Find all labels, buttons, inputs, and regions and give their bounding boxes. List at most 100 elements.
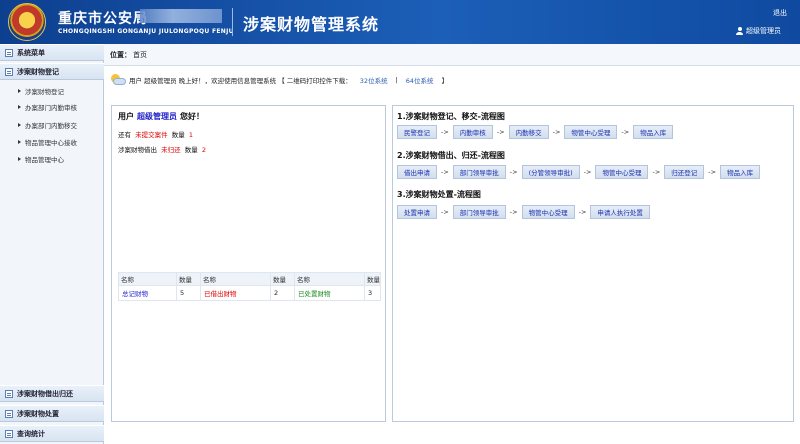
column-header: 名称 [294,272,365,286]
flow2-step-lend-request[interactable]: 借出申请 [397,165,437,179]
welcome-bar: 用户 超级管理员 晚上好！，欢迎使用信息管理系统 【 二维码打印控件下载： 32… [110,72,448,88]
current-user[interactable]: 超级管理员 [736,26,781,36]
flow1-step-storage[interactable]: 物品入库 [633,125,674,139]
sidebar-item-label: 物品管理中心接收 [25,139,77,147]
department-pinyin: CHONGQINGSHI GONGANJU JIULONGPOQU FENJU [58,28,234,35]
flow3-row: 处置申请 -> 部门领导审批 -> 物管中心受理 -> 申请人执行处置 [397,205,650,219]
breadcrumb-prefix: 位置： [110,50,131,59]
flow2-step-dept-approve[interactable]: 部门领导审批 [452,165,506,179]
current-user-label: 超级管理员 [746,27,781,35]
flow1-step-register[interactable]: 民警登记 [397,125,437,139]
flow-arrow: -> [652,168,661,176]
sidebar-section-disposal[interactable]: 涉案财物处置 [0,405,104,422]
pending-cases-link[interactable]: 未提交案件 [135,131,168,139]
breadcrumb-current[interactable]: 首页 [133,50,147,60]
flow-arrow: -> [583,168,592,176]
weather-icon [110,74,126,86]
greeting-prefix: 用户 [118,112,134,121]
welcome-user-prefix: 用户 [129,77,142,85]
sidebar-section-system-menu[interactable]: 系统菜单 [0,44,104,61]
sidebar-item-review[interactable]: 办案部门内勤审核 [18,102,77,112]
department-name: 重庆市公安局 [58,11,148,27]
header-divider [232,8,233,36]
welcome-user: 超级管理员 [144,77,177,85]
lent-items-count: 2 [270,285,295,301]
table-row: 总记财物 5 已借出财物 2 已处置财物 3 [118,285,381,301]
sidebar-item-label: 物品管理中心 [25,156,64,164]
sidebar-item-transfer[interactable]: 办案部门内勤移交 [18,120,77,130]
unreturned-count: 2 [201,146,207,154]
flow1-step-accept[interactable]: 物管中心受理 [564,125,618,139]
sidebar: 系统菜单 涉案财物登记 涉案财物登记 办案部门内勤审核 办案部门内勤移交 物品管… [0,44,104,444]
sidebar-section-statistics[interactable]: 查询统计 [0,425,104,442]
flow2-step-leader-approve[interactable]: (分管领导审批) [521,165,580,179]
pending-prefix: 还有 [118,131,131,139]
flow-arrow: -> [441,208,449,216]
menu-icon [5,48,13,57]
link-separator: | [395,76,398,84]
flow-arrow: -> [441,128,449,136]
stats-table: 名称 数量 名称 数量 名称 数量 总记财物 5 已借出财物 2 已处置财物 3 [118,272,381,301]
greeting: 用户 超级管理员 您好！ [118,111,204,122]
flow-arrow: -> [578,208,587,216]
logout-link[interactable]: 退出 [773,8,787,18]
flow2-row: 借出申请 -> 部门领导审批 -> (分管领导审批) -> 物管中心受理 -> … [397,165,761,179]
flow3-step-dispose-request[interactable]: 处置申请 [397,205,437,219]
app-header: 重庆市公安局 CHONGQINGSHI GONGANJU JIULONGPOQU… [0,0,800,44]
sidebar-section-lend-return[interactable]: 涉案财物借出归还 [0,385,104,402]
unreturned-prefix: 涉案财物借出 [118,146,157,154]
table-header-row: 名称 数量 名称 数量 名称 数量 [118,272,381,286]
sidebar-section-label: 查询统计 [17,429,45,438]
greeting-suffix: 您好！ [180,112,204,121]
flow2-step-return[interactable]: 归还登记 [664,165,705,179]
breadcrumb: 位置： 首页 [104,44,800,66]
flow1-row: 民警登记 -> 内勤审核 -> 内勤移交 -> 物管中心受理 -> 物品入库 [397,125,674,139]
unreturned-link[interactable]: 未归还 [161,146,181,154]
flow1-step-review[interactable]: 内勤审核 [452,125,493,139]
flow-arrow: -> [496,128,505,136]
sidebar-section-label: 涉案财物借出归还 [17,389,73,398]
flow3-title: 3.涉案财物处置-流程图 [397,190,481,199]
column-header: 数量 [270,272,295,286]
flow1-step-transfer[interactable]: 内勤移交 [508,125,549,139]
pending-count: 1 [188,131,194,139]
flow-arrow: -> [441,168,449,176]
flow2-step-storage[interactable]: 物品入库 [720,165,761,179]
flow-arrow: -> [552,128,561,136]
flow3-step-dept-approve[interactable]: 部门领导审批 [452,205,506,219]
unreturned-count-label: 数量 [184,146,198,154]
sidebar-item-label: 办案部门内勤审核 [25,104,77,112]
sidebar-item-center[interactable]: 物品管理中心 [18,154,64,164]
download-32bit-link[interactable]: 32位系统 [360,75,388,85]
flowchart-panel: 1.涉案财物登记、移交-流程图 民警登记 -> 内勤审核 -> 内勤移交 -> … [392,105,794,422]
column-header: 数量 [176,272,201,286]
police-emblem-icon [8,3,46,41]
flow2-step-accept[interactable]: 物管中心受理 [595,165,649,179]
download-64bit-link[interactable]: 64位系统 [406,75,434,85]
menu-icon [5,389,13,398]
unreturned-line: 涉案财物借出 未归还 数量 2 [118,144,206,154]
column-header: 名称 [200,272,271,286]
disposed-items-link[interactable]: 已处置财物 [294,285,365,301]
total-items-link[interactable]: 总记财物 [118,285,177,301]
flow-arrow: -> [509,208,518,216]
flow2-title: 2.涉案财物借出、归还-流程图 [397,151,505,160]
column-header: 数量 [364,272,381,286]
sidebar-item-receive[interactable]: 物品管理中心接收 [18,137,77,147]
pending-count-label: 数量 [171,131,185,139]
welcome-text: 晚上好！，欢迎使用信息管理系统 【 二维码打印控件下载： [178,77,352,85]
sidebar-item-registration[interactable]: 涉案财物登记 [18,86,64,96]
lent-items-link[interactable]: 已借出财物 [200,285,271,301]
flow3-step-accept[interactable]: 物管中心受理 [521,205,575,219]
sidebar-section-label: 涉案财物登记 [17,67,59,76]
flow3-step-execute[interactable]: 申请人执行处置 [590,205,650,219]
menu-icon [5,409,13,418]
menu-icon [5,429,13,438]
greeting-user: 超级管理员 [137,112,177,121]
system-title: 涉案财物管理系统 [243,15,380,34]
pending-cases-line: 还有 未提交案件 数量 1 [118,129,193,139]
redacted-mask [140,9,222,23]
sidebar-section-registration[interactable]: 涉案财物登记 [0,63,104,80]
sidebar-section-label: 涉案财物处置 [17,409,59,418]
flow1-title: 1.涉案财物登记、移交-流程图 [397,112,505,121]
